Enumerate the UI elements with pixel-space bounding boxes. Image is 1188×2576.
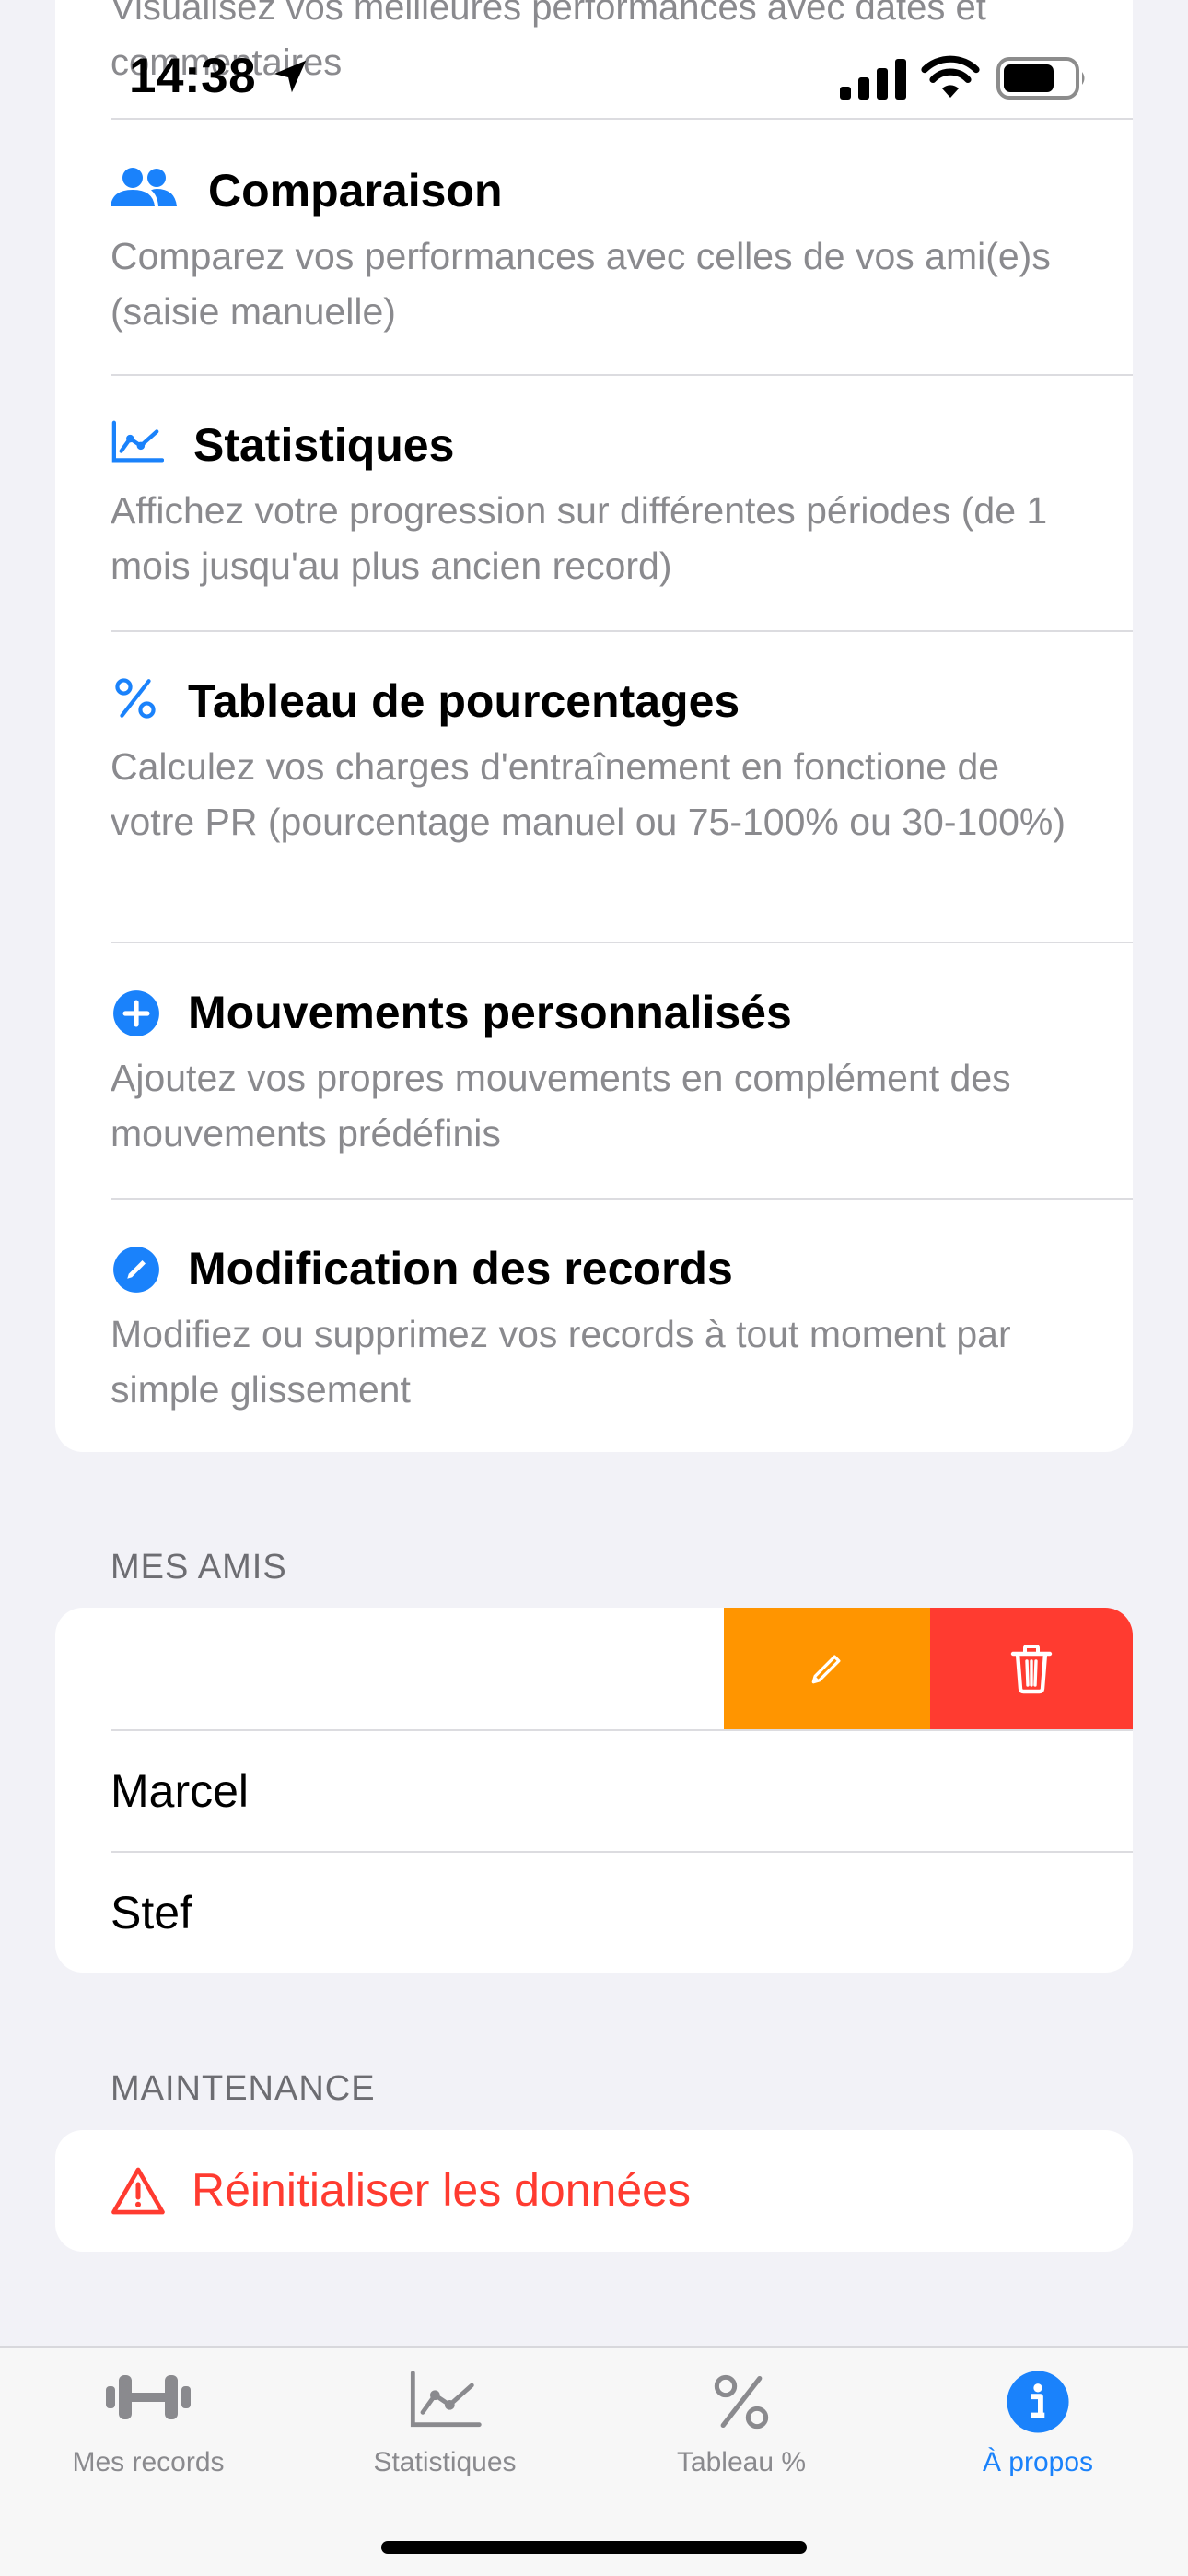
status-time: 14:38 [129, 49, 257, 103]
tab-tableau-percent[interactable]: Tableau % [593, 2348, 890, 2513]
feature-modification-records: Modification des records Modifiez ou sup… [111, 1200, 1133, 1452]
tab-mes-records[interactable]: Mes records [0, 2348, 297, 2513]
people-icon [111, 168, 177, 206]
friend-row[interactable]: Stef [55, 1853, 1133, 1973]
friend-row-swiped[interactable] [55, 1608, 1133, 1729]
chart-line-icon [111, 420, 164, 463]
friend-name: Marcel [111, 1765, 250, 1817]
friend-name: Stef [111, 1887, 192, 1938]
tab-a-propos[interactable]: À propos [890, 2348, 1186, 2513]
info-circle-icon [1007, 2371, 1069, 2433]
feature-title: Statistiques [193, 419, 455, 471]
tab-label: Mes records [72, 2447, 225, 2477]
wifi-icon [921, 55, 980, 98]
feature-description: Modifiez ou supprimez vos records à tout… [111, 1313, 1011, 1411]
home-indicator [381, 2541, 807, 2554]
percent-icon [115, 678, 156, 719]
features-card: Comparaison Comparez vos performances av… [55, 0, 1133, 1452]
pencil-icon [811, 1655, 841, 1684]
chart-line-icon [410, 2371, 482, 2428]
feature-title: Comparaison [208, 165, 503, 217]
feature-description: Calculez vos charges d'entraînement en f… [111, 745, 1066, 843]
feature-description: Comparez vos performances avec celles de… [111, 235, 1051, 333]
app-screen: Visualisez vos meilleures performances a… [0, 0, 1188, 2576]
feature-mouvements-personnalises: Mouvements personnalisés Ajoutez vos pro… [111, 943, 1133, 1198]
feature-description: Affichez votre progression sur différent… [111, 489, 1048, 587]
friend-row[interactable]: Marcel [55, 1731, 1133, 1851]
friends-list: Marcel Stef [55, 1608, 1133, 1973]
percent-icon [714, 2374, 769, 2430]
edit-friend-button[interactable] [724, 1608, 930, 1729]
tab-label: Statistiques [373, 2447, 517, 2477]
tab-statistiques[interactable]: Statistiques [297, 2348, 593, 2513]
section-header-maintenance: MAINTENANCE [111, 2069, 376, 2108]
warning-triangle-icon [111, 2167, 165, 2215]
feature-statistiques: Statistiques Affichez votre progression … [111, 376, 1133, 630]
feature-title: Modification des records [188, 1243, 733, 1294]
feature-comparaison: Comparaison Comparez vos performances av… [111, 120, 1133, 374]
feature-tableau-pourcentages: Tableau de pourcentages Calculez vos cha… [111, 632, 1133, 942]
pencil-circle-icon [113, 1247, 159, 1293]
status-bar: Visualisez vos meilleures performances a… [0, 0, 1188, 129]
cellular-signal-icon [840, 59, 906, 100]
reset-data-label: Réinitialiser les données [192, 2164, 691, 2216]
reset-data-button[interactable]: Réinitialiser les données [55, 2130, 1133, 2252]
dumbbell-icon [106, 2375, 191, 2419]
feature-title: Tableau de pourcentages [188, 675, 740, 727]
location-arrow-icon [274, 60, 307, 93]
plus-circle-icon [113, 990, 159, 1036]
battery-icon [996, 57, 1085, 100]
feature-title: Mouvements personnalisés [188, 987, 792, 1038]
section-header-friends: MES AMIS [111, 1548, 287, 1587]
trash-icon [1010, 1645, 1053, 1694]
tab-label: Tableau % [676, 2447, 807, 2477]
tab-label: À propos [982, 2447, 1094, 2477]
feature-description: Ajoutez vos propres mouvements en complé… [111, 1057, 1011, 1154]
delete-friend-button[interactable] [930, 1608, 1133, 1729]
